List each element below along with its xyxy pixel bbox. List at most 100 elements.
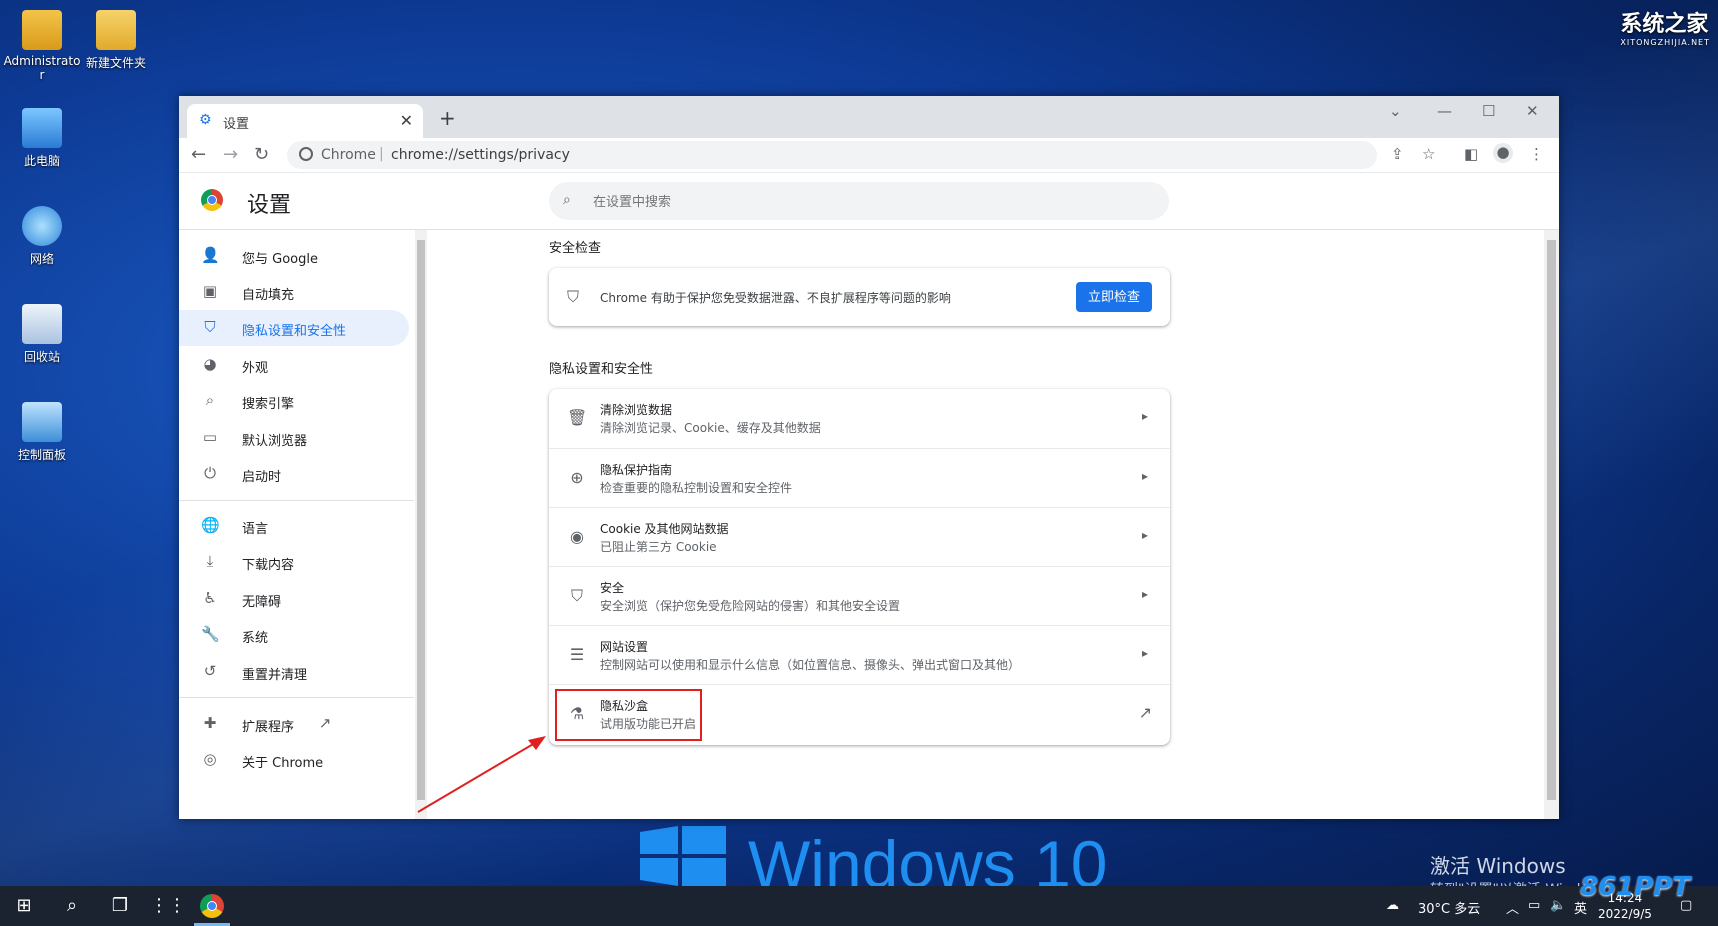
desktop-icon-label: Administrato r	[3, 54, 81, 82]
power-icon: ⏻	[204, 464, 216, 482]
tray-chevron-icon[interactable]: ︿	[1506, 898, 1519, 917]
clipboard-icon: ▣	[202, 282, 218, 300]
reload-button[interactable]: ↻	[254, 144, 269, 165]
tab-search-chevron-icon[interactable]: ⌄	[1389, 102, 1402, 120]
watermark-sub: XITONGZHIJIA.NET	[1620, 38, 1710, 47]
sidebar-item-accessibility[interactable]: ♿ 无障碍	[179, 581, 409, 617]
browser-icon: ▭	[202, 428, 218, 446]
row-security[interactable]: ⛉ 安全 安全浏览（保护您免受危险网站的侵害）和其他安全设置 ▸	[549, 566, 1170, 626]
settings-search[interactable]: ⌕	[549, 182, 1169, 220]
main-scrollbar[interactable]	[1544, 230, 1559, 819]
desktop-icon-this-pc[interactable]: 此电脑	[0, 108, 84, 169]
sidebar-item-on-startup[interactable]: ⏻ 启动时	[179, 456, 409, 492]
computer-icon	[22, 108, 62, 148]
check-now-button[interactable]: 立即检查	[1076, 282, 1152, 312]
start-windows-icon[interactable]: ⊞	[12, 894, 36, 918]
sidebar-item-system[interactable]: 🔧 系统	[179, 617, 409, 653]
sidebar-item-label: 启动时	[242, 470, 282, 485]
sidebar-item-label: 自动填充	[242, 288, 295, 303]
desktop-icon-administrator[interactable]: Administrato r	[0, 10, 84, 82]
sidebar-item-about[interactable]: ◎ 关于 Chrome	[179, 742, 409, 778]
address-host: Chrome	[321, 147, 376, 163]
privacy-section-title: 隐私设置和安全性	[549, 362, 654, 377]
volume-icon[interactable]: 🔈	[1550, 898, 1566, 913]
tab-strip: ⚙ 设置 ✕ + ⌄ — ☐ ✕	[179, 96, 1559, 138]
globe-icon: 🌐	[201, 516, 220, 534]
shield-icon: ⛉	[204, 318, 216, 336]
share-icon[interactable]: ⇪	[1391, 145, 1404, 163]
open-external-icon: ↗	[318, 714, 332, 732]
tab-close-icon[interactable]: ✕	[400, 111, 413, 130]
sidebar-item-appearance[interactable]: ◕ 外观	[179, 347, 409, 383]
sidebar-item-label: 关于 Chrome	[242, 756, 324, 771]
task-view-icon[interactable]: ❐	[108, 894, 132, 918]
folder-icon	[96, 10, 136, 50]
toolbar: ← → ↻ Chrome | chrome://settings/privacy…	[179, 138, 1559, 173]
safety-check-title: 安全检查	[549, 241, 602, 256]
settings-sidebar: 👤 您与 Google ▣ 自动填充 ⛉ 隐私设置和安全性 ◕ 外观 ⌕ 搜索引…	[179, 230, 414, 819]
settings-header: 设置 ⌕	[179, 173, 1559, 230]
desktop-icon-control-panel[interactable]: 控制面板	[0, 402, 84, 463]
sidebar-item-downloads[interactable]: ⤓ 下载内容	[179, 544, 409, 580]
sidebar-item-search-engine[interactable]: ⌕ 搜索引擎	[179, 383, 409, 419]
desktop-icon-recycle-bin[interactable]: 回收站	[0, 304, 84, 365]
sidebar-item-label: 搜索引擎	[242, 397, 295, 412]
search-icon[interactable]: ⌕	[60, 894, 84, 918]
chrome-window: ⚙ 设置 ✕ + ⌄ — ☐ ✕ ← → ↻ Chrome | chrome:/…	[179, 96, 1559, 819]
weather-cloud-icon[interactable]: ☁	[1386, 898, 1399, 913]
bookmark-star-icon[interactable]: ☆	[1422, 145, 1435, 163]
desktop-icon-new-folder[interactable]: 新建文件夹	[74, 10, 158, 71]
forward-button[interactable]: →	[223, 144, 238, 165]
new-tab-button[interactable]: +	[439, 106, 456, 130]
sidebar-item-privacy[interactable]: ⛉ 隐私设置和安全性	[179, 310, 409, 346]
sidebar-item-reset[interactable]: ↺ 重置并清理	[179, 654, 409, 690]
corner-watermark: 861PPT	[1580, 872, 1691, 902]
page-title: 设置	[247, 193, 292, 218]
tab-settings[interactable]: ⚙ 设置 ✕	[187, 104, 423, 138]
search-icon: ⌕	[205, 391, 215, 409]
desktop-icon-network[interactable]: 网络	[0, 206, 84, 267]
network-icon	[22, 206, 62, 246]
sidebar-item-autofill[interactable]: ▣ 自动填充	[179, 274, 409, 310]
desktop-icon-label: 回收站	[23, 350, 60, 364]
address-bar[interactable]: Chrome | chrome://settings/privacy	[287, 141, 1377, 169]
puzzle-icon: ✚	[203, 714, 217, 732]
download-icon: ⤓	[206, 552, 214, 570]
sidebar-item-label: 默认浏览器	[242, 434, 308, 449]
sidebar-item-languages[interactable]: 🌐 语言	[179, 508, 409, 544]
menu-kebab-icon[interactable]: ⋮	[1529, 145, 1544, 163]
maximize-button[interactable]: ☐	[1482, 102, 1495, 120]
sidebar-item-label: 语言	[242, 522, 269, 537]
row-title: 网站设置	[600, 640, 649, 654]
sidebar-item-extensions[interactable]: ✚ 扩展程序 ↗	[179, 706, 409, 742]
row-title: 隐私保护指南	[600, 463, 673, 477]
open-external-icon: ↗	[1138, 703, 1152, 722]
row-privacy-guide[interactable]: ⊕ 隐私保护指南 检查重要的隐私控制设置和安全控件 ▸	[549, 448, 1170, 508]
back-button[interactable]: ←	[191, 144, 206, 165]
row-title: Cookie 及其他网站数据	[600, 522, 729, 536]
settings-search-input[interactable]	[591, 190, 1155, 214]
minimize-button[interactable]: —	[1437, 102, 1452, 120]
close-window-button[interactable]: ✕	[1526, 102, 1539, 120]
row-subtitle: 检查重要的隐私控制设置和安全控件	[600, 481, 793, 495]
sidebar-item-you-and-google[interactable]: 👤 您与 Google	[179, 238, 409, 274]
site-watermark: 系统之家 XITONGZHIJIA.NET	[1620, 6, 1710, 47]
apps-grid-icon[interactable]: ⋮⋮	[150, 894, 186, 918]
chrome-taskbar-icon[interactable]	[200, 894, 224, 918]
clock-date: 2022/9/5	[1598, 907, 1652, 921]
profile-avatar[interactable]: ●	[1493, 143, 1513, 163]
network-tray-icon[interactable]: ▭	[1528, 898, 1540, 913]
weather-text[interactable]: 30°C 多云	[1418, 898, 1480, 917]
scrollbar-thumb[interactable]	[1547, 240, 1556, 800]
row-site-settings[interactable]: ☰ 网站设置 控制网站可以使用和显示什么信息（如位置信息、摄像头、弹出式窗口及其…	[549, 625, 1170, 685]
windows-logo	[640, 826, 726, 886]
scrollbar-thumb[interactable]	[417, 240, 425, 800]
site-info-icon[interactable]	[299, 147, 313, 161]
row-cookies[interactable]: ◉ Cookie 及其他网站数据 已阻止第三方 Cookie ▸	[549, 507, 1170, 567]
annotation-highlight-box	[555, 689, 702, 741]
recycle-bin-icon	[22, 304, 62, 344]
side-panel-icon[interactable]: ◧	[1464, 145, 1478, 163]
sidebar-item-default-browser[interactable]: ▭ 默认浏览器	[179, 420, 409, 456]
address-url: chrome://settings/privacy	[391, 147, 570, 163]
row-clear-browsing-data[interactable]: 🗑 清除浏览数据 清除浏览记录、Cookie、缓存及其他数据 ▸	[549, 389, 1170, 448]
